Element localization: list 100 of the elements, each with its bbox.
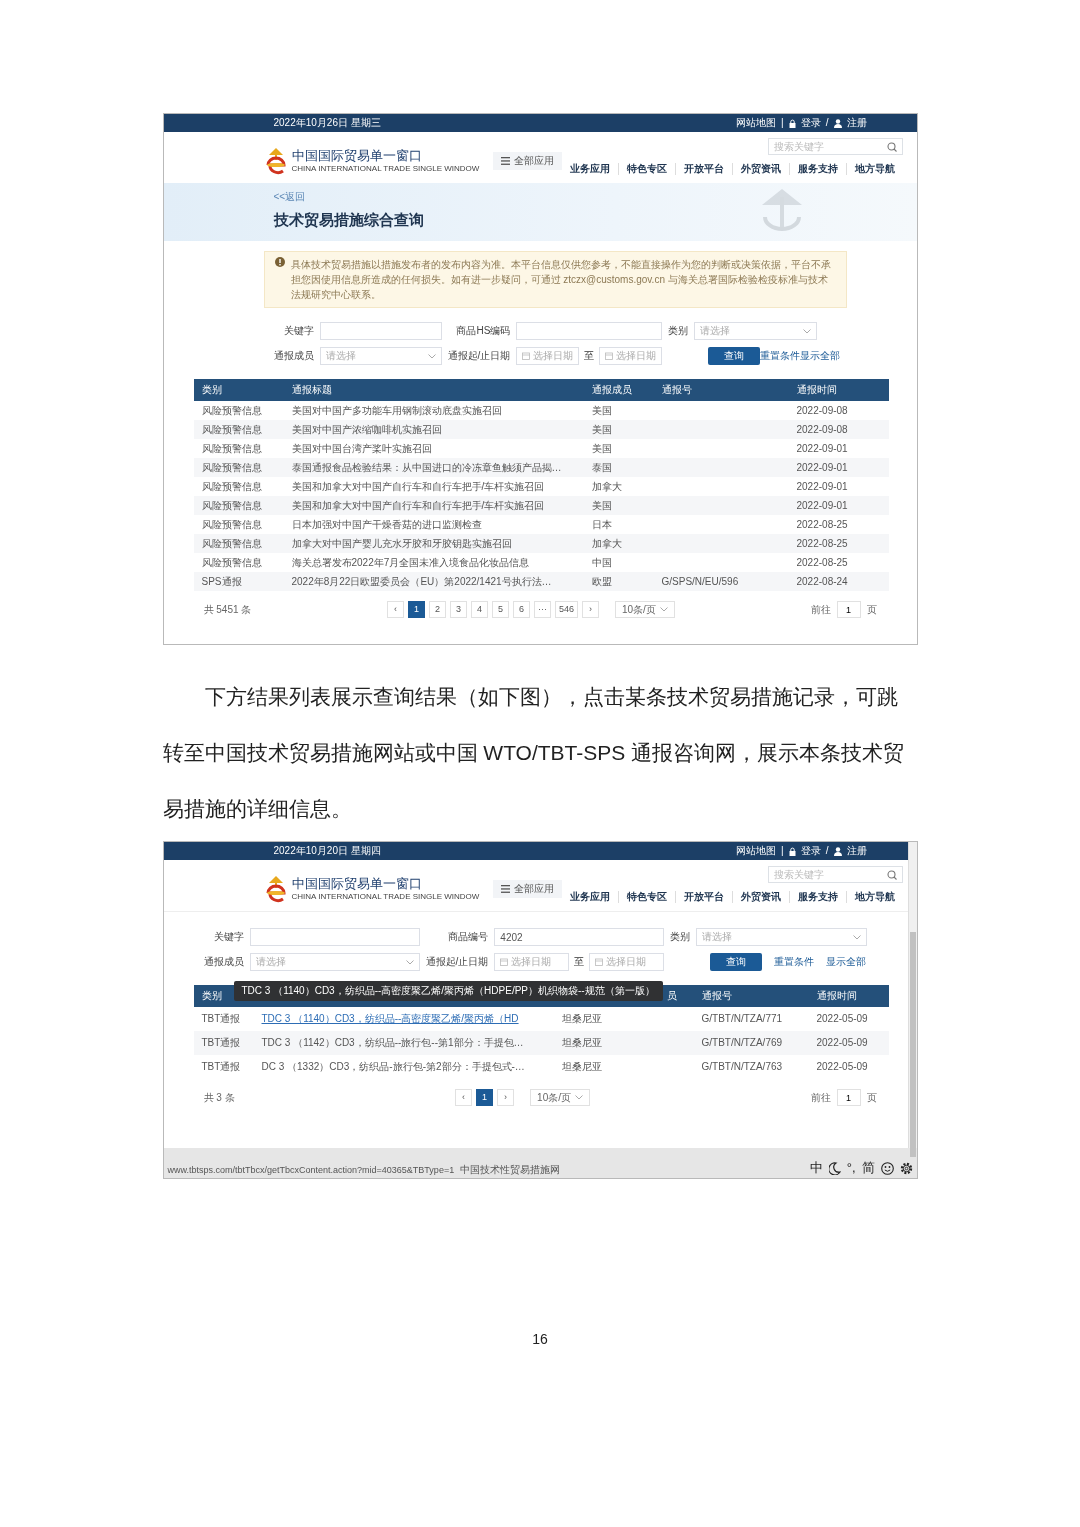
all-apps-button[interactable]: 全部应用 [493,152,563,170]
slash-text: / [825,117,829,129]
table-cell: 2022-08-25 [788,534,889,553]
link-button[interactable]: 重置条件 [760,350,801,362]
settings-icon[interactable] [899,1161,913,1175]
calendar-icon [500,958,509,966]
table-cell: 坦桑尼亚 [553,1007,694,1031]
all-apps-button[interactable]: 全部应用 [493,880,563,898]
nav-link[interactable]: 外贸资讯 [732,163,790,175]
column-header: 通报时间 [788,379,889,401]
page-button[interactable]: 1 [476,1089,494,1106]
nav-link[interactable]: 服务支持 [789,891,847,903]
page-size-select[interactable]: 10条/页 [614,601,675,618]
title-cell[interactable]: 美国和加拿大对中国产自行车和自行车把手/车杆实施召回 [283,477,584,496]
title-cell[interactable]: 美国和加拿大对中国产自行车和自行车把手/车杆实施召回 [283,496,584,515]
register-link[interactable]: 注册 [846,117,867,129]
divider-text: | [781,117,784,129]
logo-title: 中国国际贸易单一窗口 [291,876,423,892]
table-cell: 2022-05-09 [808,1055,889,1079]
script-button[interactable]: 简 [861,1160,875,1176]
page-button[interactable]: 2 [428,601,446,618]
input-field[interactable]: 4202 [494,928,665,946]
nav-link[interactable]: 地方导航 [846,891,904,903]
column-header: 通报标题 [283,379,584,401]
nav-link[interactable]: 服务支持 [789,163,847,175]
table-cell: 加拿大 [583,534,654,553]
page-input[interactable]: 1 [836,601,861,618]
link-button[interactable]: 显示全部 [826,956,867,968]
site-map-link[interactable]: 网站地图 [736,845,777,857]
table-cell: 欧盟 [583,572,654,591]
ime-mode-button[interactable]: 中 [809,1160,823,1176]
search-icon[interactable] [887,869,898,880]
title-cell[interactable]: 美国对中国台湾产桨叶实施召回 [283,439,584,458]
nav-link[interactable]: 开放平台 [675,163,733,175]
input-field[interactable] [516,322,663,340]
caret-icon [802,328,811,334]
nav-link[interactable]: 地方导航 [846,163,904,175]
field-label: 通报成员 [273,350,314,362]
table-cell: 美国 [583,401,654,420]
search-icon[interactable] [887,141,898,152]
input-field[interactable] [319,322,442,340]
title-cell[interactable]: 加拿大对中国产婴儿充水牙胶和牙胶钥匙实施召回 [283,534,584,553]
page-size-select[interactable]: 10条/页 [530,1089,590,1106]
date-text: 2022年10月26日 星期三 [273,117,381,129]
page-button[interactable]: 3 [449,601,467,618]
page-button[interactable]: 1 [407,601,425,618]
title-cell[interactable]: TDC 3 （1142）CD3，纺织品--旅行包--第1部分：手提包… [253,1031,554,1055]
next-page-button[interactable]: › [581,601,599,618]
page-button[interactable]: 5 [491,601,509,618]
calendar-icon [605,352,614,360]
table-cell: TBT通报 [193,1007,254,1031]
link-button[interactable]: 重置条件 [774,956,815,968]
page-button[interactable]: 6 [512,601,530,618]
nav-link[interactable]: 外贸资讯 [732,891,790,903]
nav-link[interactable]: 开放平台 [675,891,733,903]
punctuation-button[interactable]: °, [846,1160,856,1176]
page-button[interactable]: 546 [554,601,578,618]
field-label: 关键字 [212,931,244,943]
page-button[interactable]: 4 [470,601,488,618]
previous-page-button[interactable]: ‹ [386,601,404,618]
title-cell[interactable]: 2022年8月22日欧盟委员会（EU）第2022/1421号执行法… [283,572,584,591]
column-header: 通报成员 [583,379,654,401]
table-cell: 美国 [583,439,654,458]
login-link[interactable]: 登录 [800,845,821,857]
table-cell: 日本 [583,515,654,534]
goto-label: 前往 [810,1091,831,1104]
search-button[interactable]: 查询 [710,953,763,971]
field-label: 关键字 [282,325,314,337]
scrollbar-thumb[interactable] [909,932,916,1157]
title-link[interactable]: TDC 3 （1140）CD3，纺织品--高密度聚乙烯/聚丙烯（HD [261,1013,519,1024]
page-button[interactable]: ··· [533,601,551,618]
site-map-link[interactable]: 网站地图 [736,117,777,129]
warning-icon [274,257,285,267]
smiley-icon[interactable] [880,1161,894,1175]
title-cell[interactable]: 日本加强对中国产干燥香菇的进口监测检查 [283,515,584,534]
table-cell: 美国 [583,496,654,515]
table-cell: 2022-09-01 [788,439,889,458]
nav-link[interactable]: 业务应用 [562,891,619,903]
link-button[interactable]: 显示全部 [800,350,841,362]
register-link[interactable]: 注册 [846,845,867,857]
search-button[interactable]: 查询 [708,347,761,365]
title-cell[interactable]: 美国对中国产浓缩咖啡机实施召回 [283,420,584,439]
nav-link[interactable]: 业务应用 [562,163,619,175]
table-cell: TBT通报 [193,1055,254,1079]
input-field[interactable] [249,928,420,946]
moon-icon[interactable] [828,1161,841,1175]
title-cell[interactable]: 美国对中国产多功能车用钢制滚动底盘实施召回 [283,401,584,420]
nav-link[interactable]: 特色专区 [618,891,676,903]
table-cell: 坦桑尼亚 [553,1031,694,1055]
title-cell[interactable]: 泰国通报食品检验结果：从中国进口的冷冻章鱼触须产品揭… [283,458,584,477]
nav-link[interactable]: 特色专区 [618,163,676,175]
title-cell[interactable]: 海关总署发布2022年7月全国未准入境食品化妆品信息 [283,553,584,572]
previous-page-button[interactable]: ‹ [455,1089,473,1106]
table-cell: 2022-09-01 [788,496,889,515]
next-page-button[interactable]: › [497,1089,515,1106]
body-paragraph: 下方结果列表展示查询结果（如下图），点击某条技术贸易措施记录，可跳转至中国技术贸易措施网站或中国 WTO/TBT-SPS 通报咨询网，展示本条技术贸易措施的详细信息。 [162,684,906,822]
title-cell[interactable]: DC 3 （1332）CD3，纺织品-旅行包-第2部分：手提包式-… [253,1055,554,1079]
column-header: 通报号 [693,985,809,1007]
login-link[interactable]: 登录 [800,117,821,129]
page-input[interactable]: 1 [836,1089,861,1106]
